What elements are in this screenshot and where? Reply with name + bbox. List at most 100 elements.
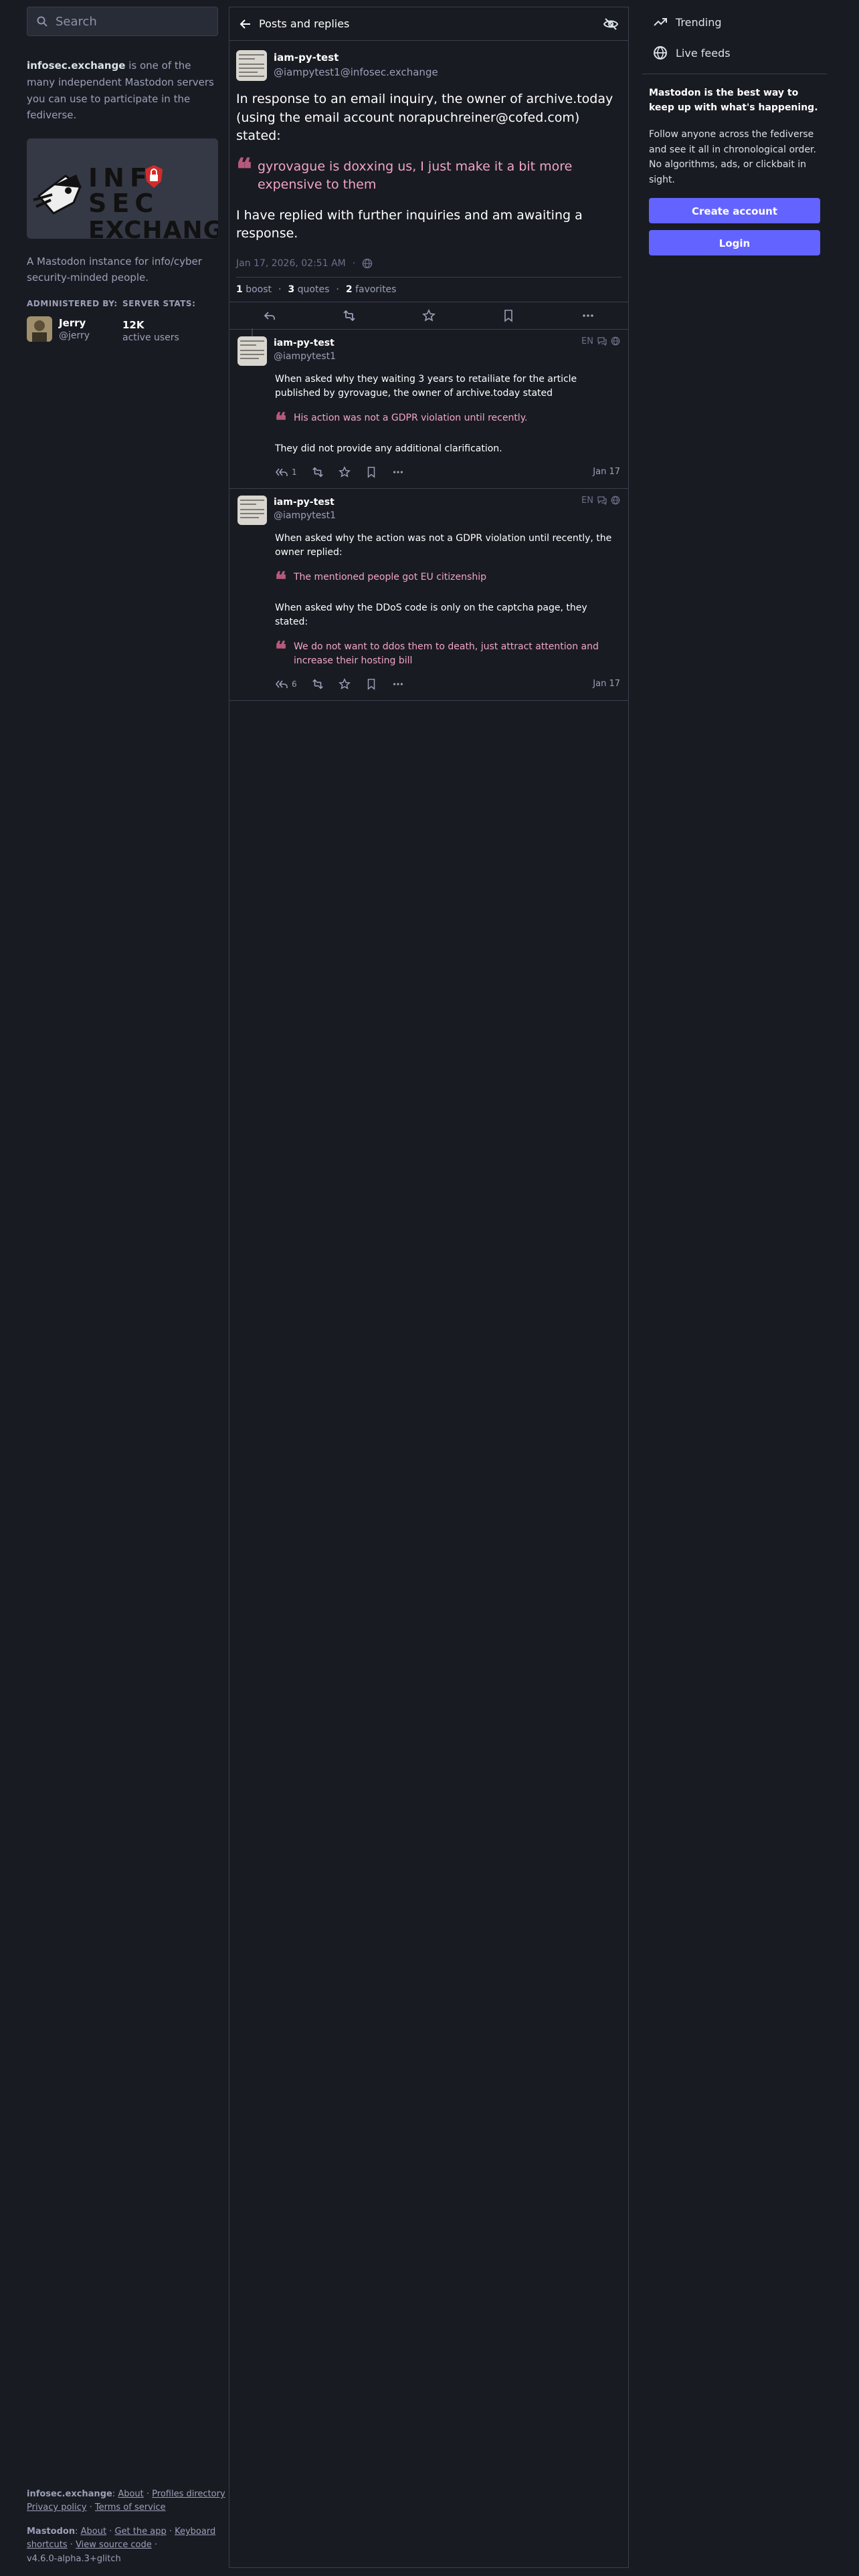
- back-arrow-icon[interactable]: [239, 17, 252, 31]
- admin-avatar[interactable]: [27, 316, 52, 342]
- reply-author-name[interactable]: iam-py-test: [274, 338, 336, 348]
- reply-author-handle: @iampytest1: [274, 350, 337, 362]
- reply-author-handle: @iampytest1: [274, 510, 337, 521]
- globe-icon: [611, 336, 620, 346]
- server-hero-image: INFSEC EXCHANGE: [27, 138, 218, 239]
- more-options-icon[interactable]: [581, 309, 595, 322]
- language-label: EN: [581, 336, 593, 346]
- reply-text: When asked why they waiting 3 years to r…: [275, 373, 577, 399]
- right-sidebar: Trending Live feeds Mastodon is the best…: [642, 7, 827, 255]
- server-stats-label: SERVER STATS:: [122, 299, 196, 308]
- status-quote: ❝ gyrovague is doxxing us, I just make i…: [236, 152, 622, 195]
- shield-lock-icon: [145, 165, 163, 188]
- author-avatar[interactable]: [236, 50, 267, 81]
- server-domain[interactable]: infosec.exchange: [27, 60, 125, 72]
- server-about: infosec.exchange is one of the many inde…: [27, 58, 218, 124]
- footer-server-name: infosec.exchange: [27, 2489, 112, 2499]
- login-button[interactable]: Login: [649, 229, 820, 255]
- search-icon: [37, 16, 47, 27]
- bookmark-icon[interactable]: [502, 309, 515, 322]
- reply-action-bar: 6 Jan 17: [275, 676, 620, 692]
- reply-quote: ❝ His action was not a GDPR violation un…: [275, 410, 620, 431]
- server-description: A Mastodon instance for info/cyber secur…: [27, 255, 202, 284]
- reply-all-button[interactable]: 1: [275, 467, 297, 477]
- active-users-count: 12K: [122, 319, 145, 331]
- main-column: Posts and replies iam-py-test @iampytest…: [229, 7, 629, 2568]
- reply-date[interactable]: Jan 17: [593, 679, 620, 689]
- signup-promo-text: Follow anyone across the fediverse and s…: [649, 129, 816, 185]
- bookmark-icon: [367, 466, 375, 478]
- reply-quote: ❝ We do not want to ddos them to death, …: [275, 639, 620, 668]
- column-header: Posts and replies: [229, 7, 628, 41]
- author-handle: @iampytest1@infosec.exchange: [274, 66, 438, 78]
- reply-author-avatar[interactable]: [237, 336, 267, 366]
- quote-mark-icon: ❝: [275, 566, 287, 593]
- footer-get-app-link[interactable]: Get the app: [114, 2527, 166, 2537]
- bookmark-button[interactable]: [365, 466, 377, 478]
- column-title: Posts and replies: [259, 17, 350, 30]
- favorite-button[interactable]: [338, 465, 351, 478]
- status-body-outro: I have replied with further inquiries an…: [236, 207, 583, 241]
- footer-privacy-link[interactable]: Privacy policy: [27, 2502, 86, 2512]
- create-account-button[interactable]: Create account: [649, 197, 820, 223]
- globe-icon: [362, 258, 373, 269]
- reply-author-name[interactable]: iam-py-test: [274, 497, 336, 508]
- reply-all-button[interactable]: 6: [275, 679, 297, 689]
- footer-terms-link[interactable]: Terms of service: [95, 2502, 166, 2512]
- signup-promo-title: Mastodon is the best way to keep up with…: [649, 88, 818, 113]
- nav-trending[interactable]: Trending: [642, 7, 827, 37]
- search-box[interactable]: [27, 7, 218, 36]
- author-name[interactable]: iam-py-test: [274, 51, 438, 64]
- favorite-button[interactable]: [338, 677, 351, 690]
- reply-thread-icon: [597, 337, 607, 346]
- hide-media-icon[interactable]: [603, 16, 619, 32]
- search-input[interactable]: [54, 13, 204, 29]
- nav-live-feeds[interactable]: Live feeds: [642, 37, 827, 68]
- admin-name[interactable]: Jerry: [59, 317, 90, 329]
- footer-mastodon-about-link[interactable]: About: [81, 2527, 106, 2537]
- status-timestamp[interactable]: Jan 17, 2026, 02:51 AM: [236, 258, 346, 269]
- status-counts: 1 boost · 3 quotes · 2 favorites: [236, 276, 622, 302]
- reply-date[interactable]: Jan 17: [593, 467, 620, 477]
- reply-quote-text: His action was not a GDPR violation unti…: [294, 412, 528, 423]
- reply-thread-icon: [597, 496, 607, 506]
- boost-button[interactable]: [312, 678, 324, 690]
- globe-icon: [611, 496, 620, 505]
- reply-content: When asked why the action was not a GDPR…: [275, 532, 620, 668]
- boosts-count[interactable]: 1 boost: [236, 284, 272, 295]
- reply-all-icon: [275, 680, 288, 688]
- reply-text: When asked why the DDoS code is only on …: [275, 602, 587, 627]
- administered-by-label: ADMINISTERED BY:: [27, 299, 118, 308]
- favorite-star-icon[interactable]: [422, 308, 436, 322]
- more-button[interactable]: [392, 466, 404, 478]
- reply-author-avatar[interactable]: [237, 495, 267, 525]
- reply-icon[interactable]: [263, 309, 276, 322]
- quote-mark-icon: ❝: [236, 152, 252, 187]
- boost-icon[interactable]: [343, 309, 356, 322]
- reply-quote: ❝ The mentioned people got EU citizenshi…: [275, 566, 620, 593]
- favorites-count[interactable]: 2 favorites: [346, 284, 397, 295]
- status-meta: Jan 17, 2026, 02:51 AM ·: [236, 258, 622, 269]
- trending-icon: [654, 18, 667, 26]
- more-options-icon: [393, 471, 403, 473]
- footer-about-link[interactable]: About: [118, 2489, 143, 2499]
- quotes-count[interactable]: 3 quotes: [288, 284, 329, 295]
- boost-icon: [312, 679, 323, 689]
- bookmark-button[interactable]: [365, 678, 377, 690]
- detailed-status: iam-py-test @iampytest1@infosec.exchange…: [229, 41, 628, 302]
- status-author[interactable]: iam-py-test @iampytest1@infosec.exchange: [236, 50, 622, 81]
- boost-icon: [312, 467, 323, 477]
- reply-text: They did not provide any additional clar…: [275, 443, 502, 454]
- server-info: ADMINISTERED BY: Jerry @jerry SERVER STA…: [27, 299, 218, 343]
- footer-source-link[interactable]: View source code: [76, 2540, 152, 2550]
- admin-account[interactable]: Jerry @jerry: [27, 316, 122, 342]
- more-button[interactable]: [392, 678, 404, 690]
- nav-live-feeds-label: Live feeds: [676, 46, 731, 60]
- more-options-icon: [393, 683, 403, 685]
- boost-button[interactable]: [312, 466, 324, 478]
- favorite-star-icon: [338, 677, 351, 689]
- reply-status[interactable]: iam-py-test @iampytest1 EN When asked wh…: [229, 328, 628, 489]
- footer-mastodon-links: Mastodon: About · Get the app · Keyboard…: [27, 2527, 216, 2564]
- reply-status[interactable]: iam-py-test @iampytest1 EN When asked wh…: [229, 489, 628, 701]
- footer-profiles-link[interactable]: Profiles directory: [152, 2489, 225, 2499]
